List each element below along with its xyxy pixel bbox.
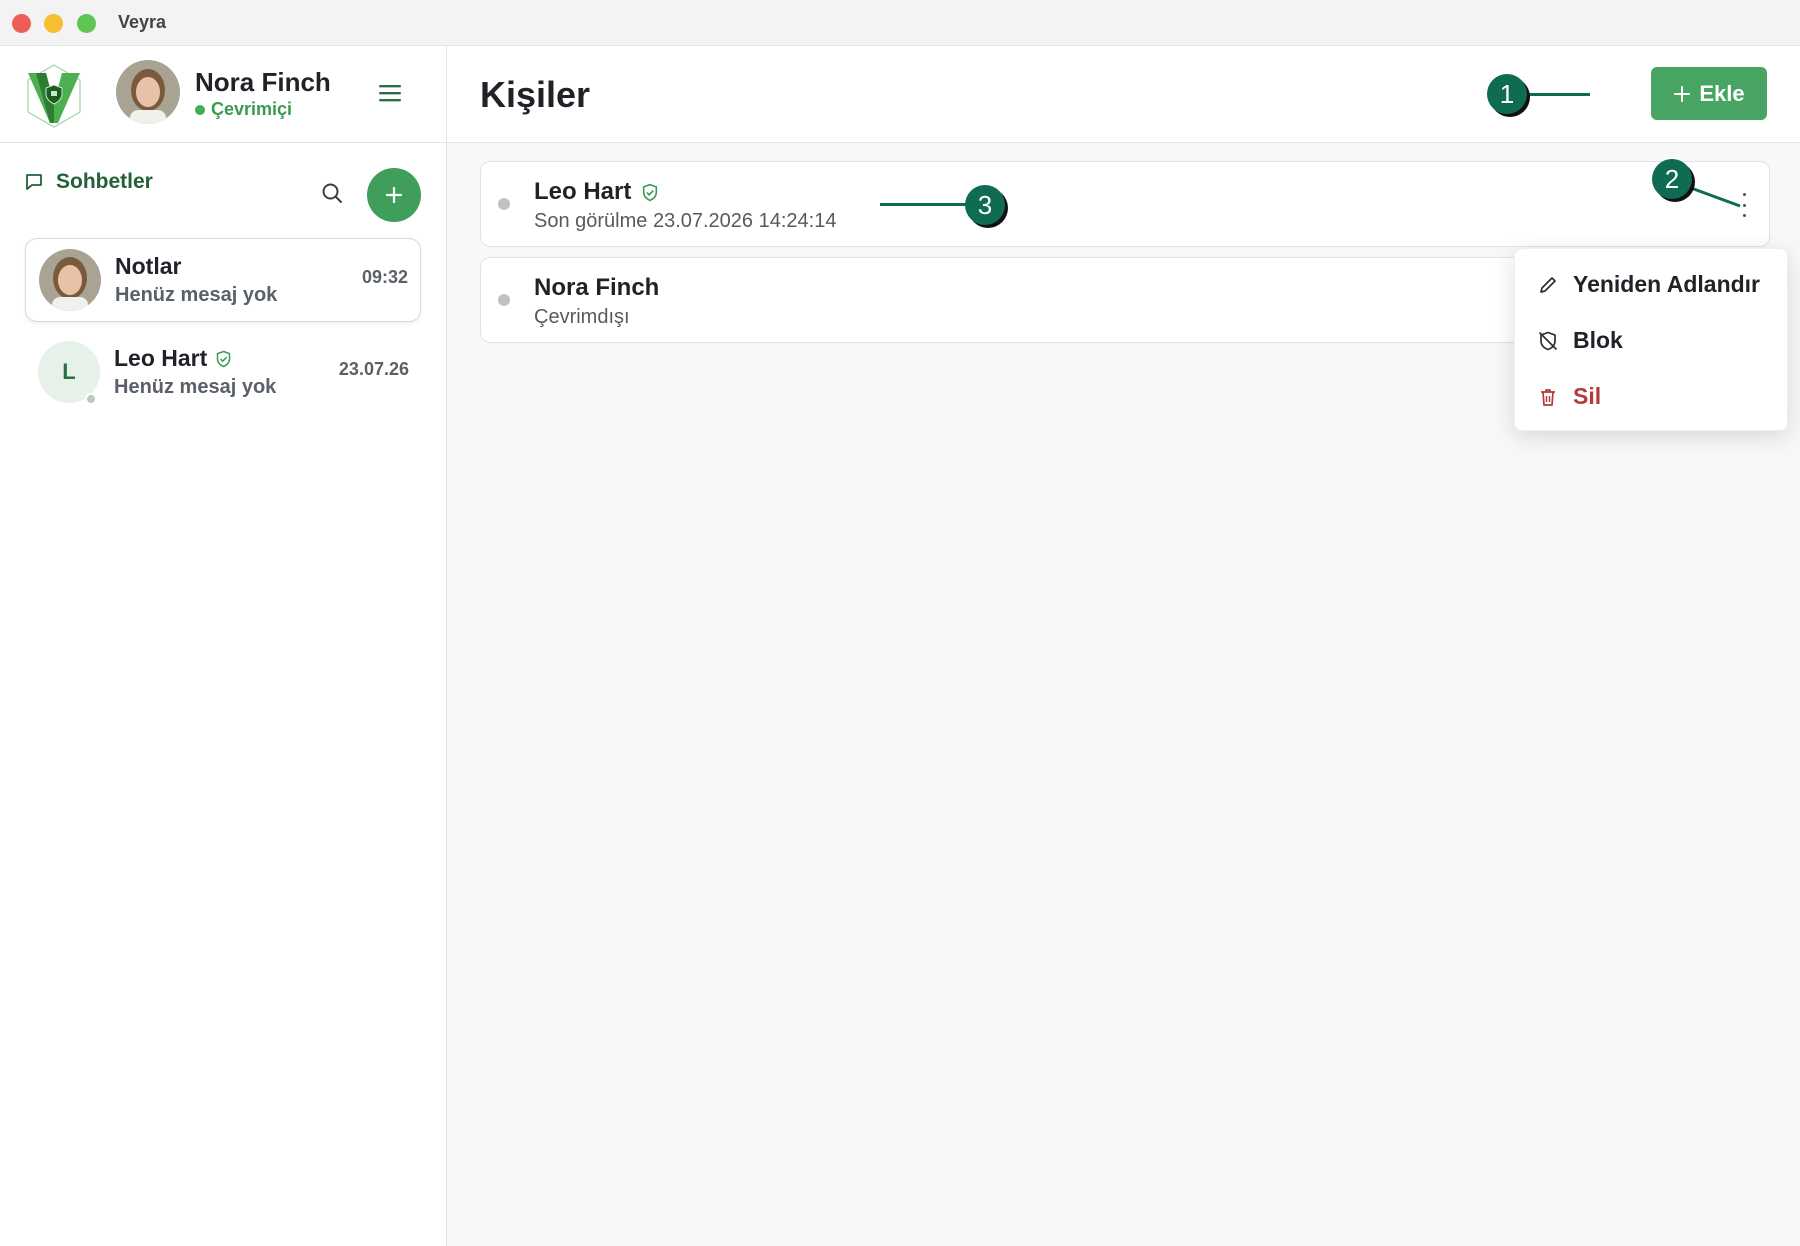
chat-time: 09:32 <box>361 267 408 287</box>
callout-line-1 <box>1525 93 1590 96</box>
sidebar: Nora Finch Çevrimiçi Sohbetler Notlar He… <box>0 46 447 1246</box>
online-indicator <box>195 104 205 115</box>
profile-avatar[interactable] <box>116 60 180 124</box>
menu-item-label: Blok <box>1573 327 1623 353</box>
chats-section-header: Sohbetler <box>24 170 153 194</box>
contact-name: Nora Finch <box>534 274 660 301</box>
menu-item-label: Yeniden Adlandır <box>1573 271 1761 297</box>
verified-shield-icon <box>217 350 231 367</box>
plus-icon <box>1674 85 1691 102</box>
profile-name: Nora Finch <box>195 67 331 97</box>
zoom-window-button[interactable] <box>77 14 96 33</box>
shield-off-icon <box>1539 331 1557 350</box>
menu-item-rename[interactable]: Yeniden Adlandır <box>1537 271 1760 298</box>
chat-name-row: Leo Hart <box>114 345 232 372</box>
app-window: Veyra Nora Finch Çevrimiçi Sohbetler Not… <box>0 0 1800 1246</box>
avatar <box>39 249 101 311</box>
menu-item-label: Sil <box>1573 383 1602 409</box>
contact-name-row: Leo Hart <box>534 178 659 206</box>
status-dot <box>498 198 510 210</box>
title-bar: Veyra <box>0 0 1800 46</box>
contact-status: Çevrimdışı <box>534 306 630 328</box>
contacts-panel: Kişiler Ekle Leo Hart Son görülme 23.07.… <box>447 46 1800 1246</box>
status-dot <box>498 294 510 306</box>
contact-name: Leo Hart <box>534 178 632 205</box>
pencil-icon <box>1540 276 1556 293</box>
close-window-button[interactable] <box>12 14 31 33</box>
plus-icon <box>385 186 403 204</box>
search-icon[interactable] <box>320 181 344 205</box>
contact-row-leo-hart[interactable]: Leo Hart Son görülme 23.07.2026 14:24:14 <box>480 161 1770 247</box>
add-contact-label: Ekle <box>1699 80 1745 106</box>
callout-line-3 <box>880 203 970 206</box>
callout-badge-1: 1 <box>1487 74 1527 114</box>
window-title: Veyra <box>118 12 167 32</box>
app-logo <box>27 64 81 128</box>
chat-name: Notlar <box>115 253 182 279</box>
chat-name: Leo Hart <box>114 345 208 371</box>
menu-item-delete[interactable]: Sil <box>1537 383 1601 410</box>
chat-list-item-leo-hart[interactable]: L Leo Hart Henüz mesaj yok 23.07.26 <box>25 331 421 415</box>
chat-time: 23.07.26 <box>338 359 409 379</box>
hamburger-menu-icon[interactable] <box>377 82 403 104</box>
chat-list-item-notes[interactable]: Notlar Henüz mesaj yok 09:32 <box>25 238 421 322</box>
chat-preview: Henüz mesaj yok <box>115 284 278 306</box>
main-header: Kişiler Ekle <box>447 46 1800 143</box>
presence-indicator <box>85 393 97 405</box>
profile-status: Çevrimiçi <box>195 99 292 120</box>
verified-shield-icon <box>643 183 658 201</box>
chat-bubble-icon <box>26 174 42 190</box>
sidebar-header: Nora Finch Çevrimiçi <box>0 46 447 143</box>
contact-last-seen: Son görülme 23.07.2026 14:24:14 <box>534 210 837 232</box>
trash-icon <box>1541 388 1555 406</box>
callout-badge-3: 3 <box>965 185 1005 225</box>
minimize-window-button[interactable] <box>44 14 63 33</box>
callout-badge-2: 2 <box>1652 159 1692 199</box>
menu-item-block[interactable]: Blok <box>1537 327 1623 354</box>
chat-preview: Henüz mesaj yok <box>114 376 277 398</box>
new-chat-button[interactable] <box>367 168 421 222</box>
contact-context-menu: Yeniden Adlandır Blok Sil <box>1514 248 1788 431</box>
page-title: Kişiler <box>480 74 591 115</box>
chats-section-title: Sohbetler <box>56 170 153 193</box>
add-contact-button[interactable]: Ekle <box>1651 67 1767 120</box>
profile-status-text: Çevrimiçi <box>211 99 293 119</box>
